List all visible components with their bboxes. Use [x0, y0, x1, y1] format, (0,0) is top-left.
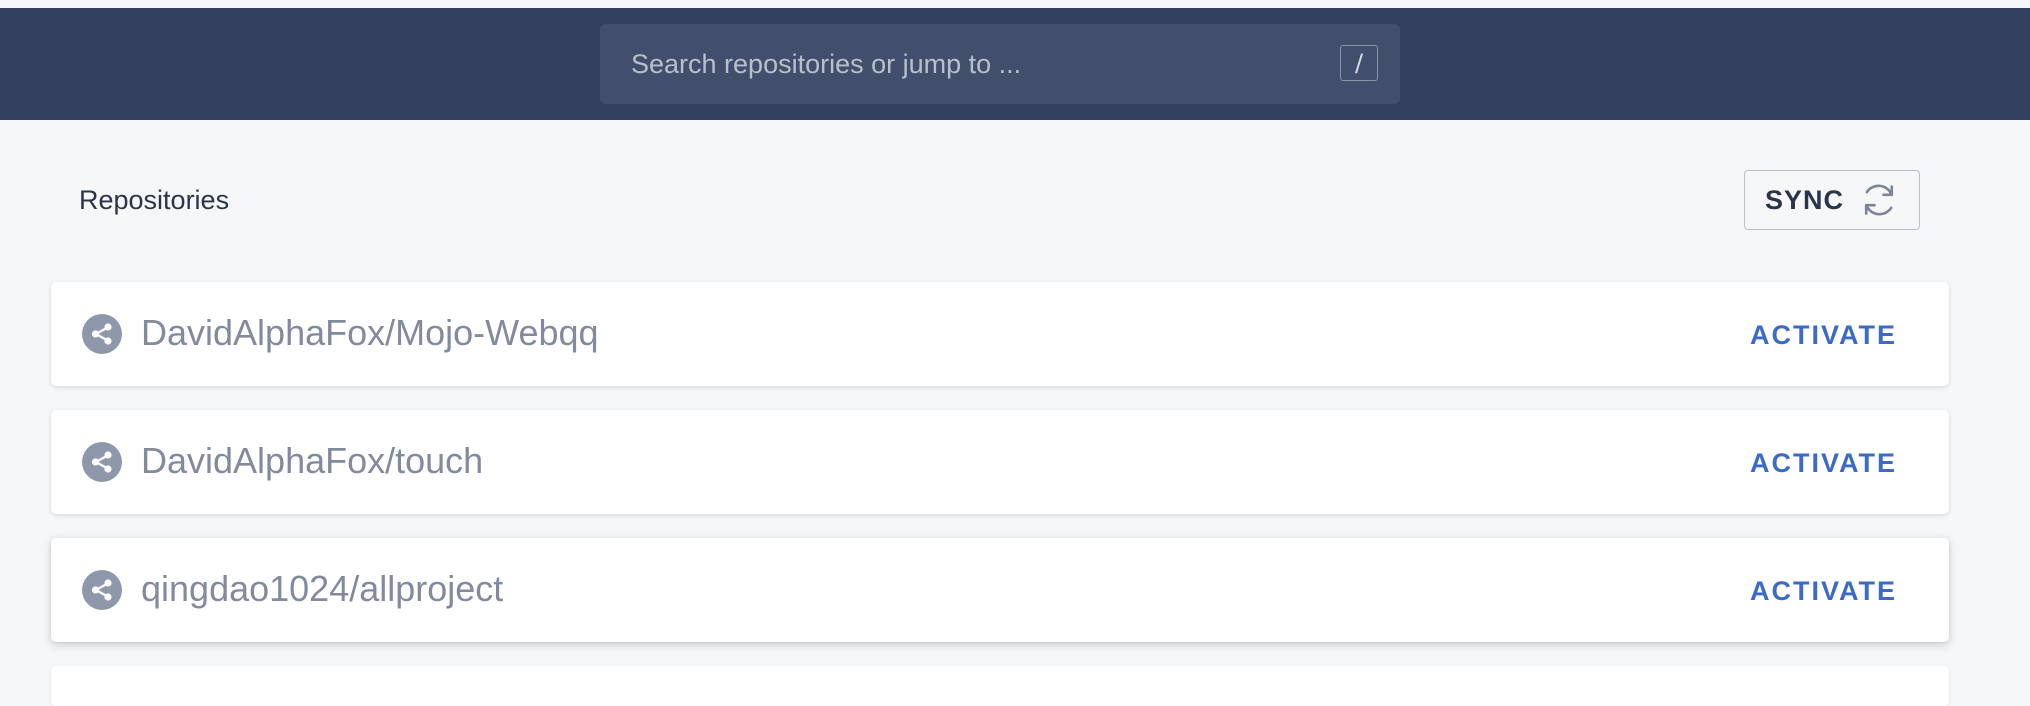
repository-name[interactable]: DavidAlphaFox/touch — [141, 440, 483, 482]
search-shortcut-hint: / — [1340, 45, 1378, 81]
activate-button[interactable]: ACTIVATE — [1750, 446, 1897, 480]
activate-button[interactable]: ACTIVATE — [1750, 574, 1897, 608]
share-icon — [82, 570, 122, 610]
top-navbar: / — [0, 8, 2030, 120]
repository-card: DavidAlphaFox/Mojo-Webqq ACTIVATE — [51, 282, 1949, 386]
sync-button-label: SYNC — [1765, 184, 1845, 215]
page-title: Repositories — [79, 185, 230, 215]
repository-name[interactable]: qingdao1024/allproject — [141, 568, 503, 610]
repository-card-partial — [51, 666, 1949, 706]
activate-button[interactable]: ACTIVATE — [1750, 318, 1897, 352]
search-input[interactable] — [600, 24, 1340, 104]
share-icon — [82, 442, 122, 482]
repository-name[interactable]: DavidAlphaFox/Mojo-Webqq — [141, 312, 599, 354]
sync-icon — [1864, 184, 1894, 216]
repository-card: qingdao1024/allproject ACTIVATE — [51, 538, 1949, 642]
search-box[interactable]: / — [600, 24, 1400, 104]
top-strip — [0, 0, 2030, 8]
repository-card: DavidAlphaFox/touch ACTIVATE — [51, 410, 1949, 514]
sync-button[interactable]: SYNC — [1744, 170, 1920, 230]
share-icon — [82, 314, 122, 354]
